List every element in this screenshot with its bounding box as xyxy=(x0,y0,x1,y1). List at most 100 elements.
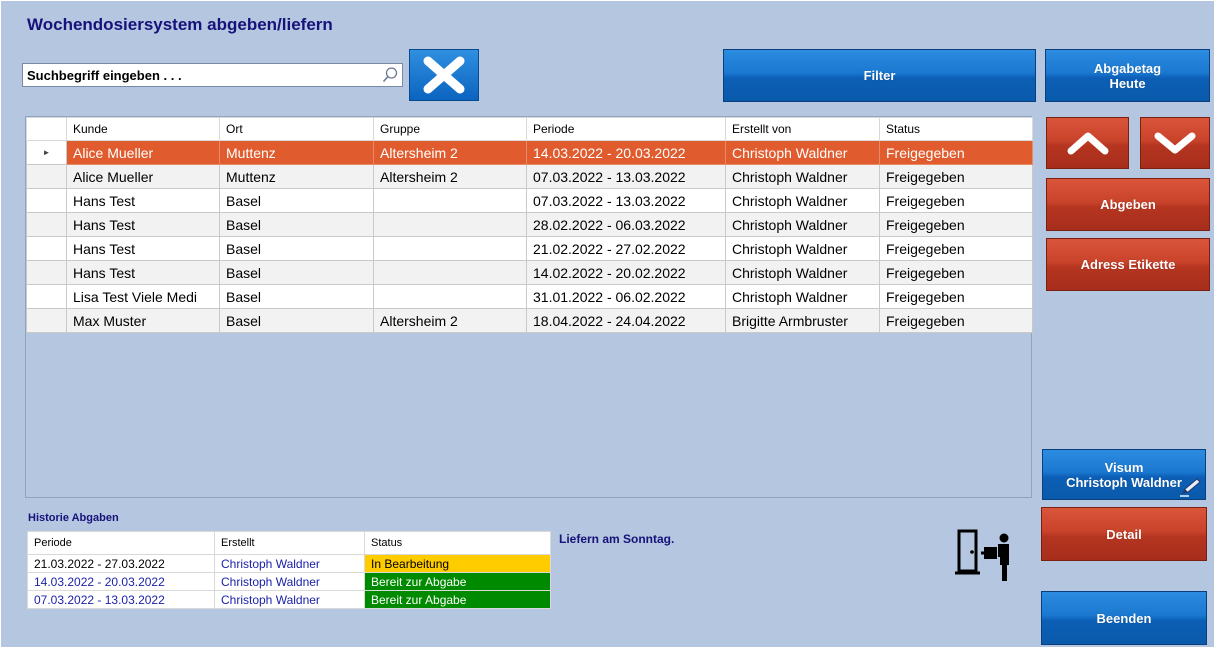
detail-button[interactable]: Detail xyxy=(1041,507,1207,561)
cell-ort: Basel xyxy=(219,188,374,213)
history-cell-periode: 14.03.2022 - 20.03.2022 xyxy=(27,572,215,591)
cell-gruppe: Altersheim 2 xyxy=(373,308,527,333)
door-delivery-icon xyxy=(955,529,1009,581)
orders-grid: Kunde Ort Gruppe Periode Erstellt von St… xyxy=(25,116,1033,498)
delivery-note: Liefern am Sonntag. xyxy=(559,532,675,546)
column-header-periode[interactable]: Periode xyxy=(526,117,726,141)
table-row[interactable]: Max Muster Basel Altersheim 2 18.04.2022… xyxy=(26,308,1033,333)
abgabetag-label: Abgabetag xyxy=(1093,60,1162,76)
history-cell-status: In Bearbeitung xyxy=(364,554,551,573)
move-down-button[interactable] xyxy=(1140,117,1210,169)
column-header-status[interactable]: Status xyxy=(879,117,1033,141)
history-header-row: Periode Erstellt Status xyxy=(27,531,551,555)
abgeben-button[interactable]: Abgeben xyxy=(1046,178,1210,231)
beenden-label: Beenden xyxy=(1096,610,1152,626)
chevron-down-icon xyxy=(1154,132,1196,154)
abgabetag-button[interactable]: Abgabetag Heute xyxy=(1045,49,1210,102)
search-input[interactable] xyxy=(25,65,384,85)
table-row[interactable]: Lisa Test Viele Medi Basel 31.01.2022 - … xyxy=(26,284,1033,309)
history-cell-erstellt: Christoph Waldner xyxy=(214,554,365,573)
search-box[interactable] xyxy=(22,63,403,87)
cell-erstellt-von: Christoph Waldner xyxy=(725,164,880,189)
column-header-ort[interactable]: Ort xyxy=(219,117,374,141)
history-cell-status: Bereit zur Abgabe xyxy=(364,590,551,609)
move-up-button[interactable] xyxy=(1046,117,1129,169)
cell-status: Freigegeben xyxy=(879,260,1033,285)
visum-user-label: Christoph Waldner xyxy=(1066,474,1182,490)
table-row[interactable]: ► Alice Mueller Muttenz Altersheim 2 14.… xyxy=(26,140,1033,165)
main-window: Wochendosiersystem abgeben/liefern Filte… xyxy=(0,0,1215,648)
cell-erstellt-von: Christoph Waldner xyxy=(725,212,880,237)
visum-button[interactable]: Visum Christoph Waldner xyxy=(1042,449,1206,500)
cell-gruppe xyxy=(373,284,527,309)
history-table: Periode Erstellt Status 21.03.2022 - 27.… xyxy=(27,531,551,609)
row-header-corner xyxy=(26,117,67,141)
column-header-erstellt-von[interactable]: Erstellt von xyxy=(725,117,880,141)
cell-status: Freigegeben xyxy=(879,284,1033,309)
beenden-button[interactable]: Beenden xyxy=(1041,591,1207,645)
cell-gruppe: Altersheim 2 xyxy=(373,140,527,165)
cell-status: Freigegeben xyxy=(879,212,1033,237)
cell-kunde: Lisa Test Viele Medi xyxy=(66,284,220,309)
adress-etikette-label: Adress Etikette xyxy=(1080,257,1176,272)
row-header xyxy=(26,236,67,261)
cell-ort: Basel xyxy=(219,308,374,333)
table-row[interactable]: Hans Test Basel 21.02.2022 - 27.02.2022 … xyxy=(26,236,1033,261)
cell-ort: Basel xyxy=(219,260,374,285)
cell-kunde: Hans Test xyxy=(66,188,220,213)
clear-search-button[interactable] xyxy=(409,49,479,101)
adress-etikette-button[interactable]: Adress Etikette xyxy=(1046,238,1210,291)
cell-status: Freigegeben xyxy=(879,308,1033,333)
row-header xyxy=(26,260,67,285)
cell-erstellt-von: Christoph Waldner xyxy=(725,188,880,213)
cell-status: Freigegeben xyxy=(879,236,1033,261)
history-row[interactable]: 07.03.2022 - 13.03.2022 Christoph Waldne… xyxy=(27,590,551,609)
cell-erstellt-von: Brigitte Armbruster xyxy=(725,308,880,333)
cell-periode: 21.02.2022 - 27.02.2022 xyxy=(526,236,726,261)
row-header xyxy=(26,284,67,309)
cell-erstellt-von: Christoph Waldner xyxy=(725,140,880,165)
history-title: Historie Abgaben xyxy=(28,512,119,524)
cell-erstellt-von: Christoph Waldner xyxy=(725,260,880,285)
history-row[interactable]: 14.03.2022 - 20.03.2022 Christoph Waldne… xyxy=(27,572,551,591)
history-cell-erstellt: Christoph Waldner xyxy=(214,572,365,591)
grid-header-row: Kunde Ort Gruppe Periode Erstellt von St… xyxy=(26,117,1033,141)
detail-label: Detail xyxy=(1106,526,1142,542)
filter-button[interactable]: Filter xyxy=(723,49,1036,102)
cell-gruppe: Altersheim 2 xyxy=(373,164,527,189)
row-selector-arrow-icon: ► xyxy=(26,140,67,165)
cell-ort: Basel xyxy=(219,236,374,261)
cell-ort: Muttenz xyxy=(219,140,374,165)
table-row[interactable]: Hans Test Basel 07.03.2022 - 13.03.2022 … xyxy=(26,188,1033,213)
cell-periode: 31.01.2022 - 06.02.2022 xyxy=(526,284,726,309)
column-header-kunde[interactable]: Kunde xyxy=(66,117,220,141)
table-row[interactable]: Alice Mueller Muttenz Altersheim 2 07.03… xyxy=(26,164,1033,189)
filter-label: Filter xyxy=(863,68,896,83)
history-row[interactable]: 21.03.2022 - 27.03.2022 Christoph Waldne… xyxy=(27,554,551,573)
window-title: Wochendosiersystem abgeben/liefern xyxy=(27,15,333,34)
cell-periode: 18.04.2022 - 24.04.2022 xyxy=(526,308,726,333)
cell-gruppe xyxy=(373,188,527,213)
pen-icon xyxy=(1180,478,1201,497)
column-header-gruppe[interactable]: Gruppe xyxy=(373,117,527,141)
cell-erstellt-von: Christoph Waldner xyxy=(725,236,880,261)
abgabetag-sublabel: Heute xyxy=(1109,75,1146,91)
search-icon[interactable] xyxy=(381,66,399,84)
abgeben-label: Abgeben xyxy=(1100,197,1156,212)
cell-ort: Muttenz xyxy=(219,164,374,189)
history-cell-periode: 21.03.2022 - 27.03.2022 xyxy=(27,554,215,573)
visum-label: Visum xyxy=(1104,459,1144,475)
close-icon xyxy=(423,56,465,94)
cell-periode: 28.02.2022 - 06.03.2022 xyxy=(526,212,726,237)
cell-status: Freigegeben xyxy=(879,188,1033,213)
table-row[interactable]: Hans Test Basel 28.02.2022 - 06.03.2022 … xyxy=(26,212,1033,237)
history-column-erstellt: Erstellt xyxy=(214,531,365,555)
row-header xyxy=(26,308,67,333)
chevron-up-icon xyxy=(1067,132,1108,155)
table-row[interactable]: Hans Test Basel 14.02.2022 - 20.02.2022 … xyxy=(26,260,1033,285)
row-header xyxy=(26,164,67,189)
cell-periode: 07.03.2022 - 13.03.2022 xyxy=(526,188,726,213)
cell-ort: Basel xyxy=(219,284,374,309)
cell-periode: 14.03.2022 - 20.03.2022 xyxy=(526,140,726,165)
cell-gruppe xyxy=(373,260,527,285)
